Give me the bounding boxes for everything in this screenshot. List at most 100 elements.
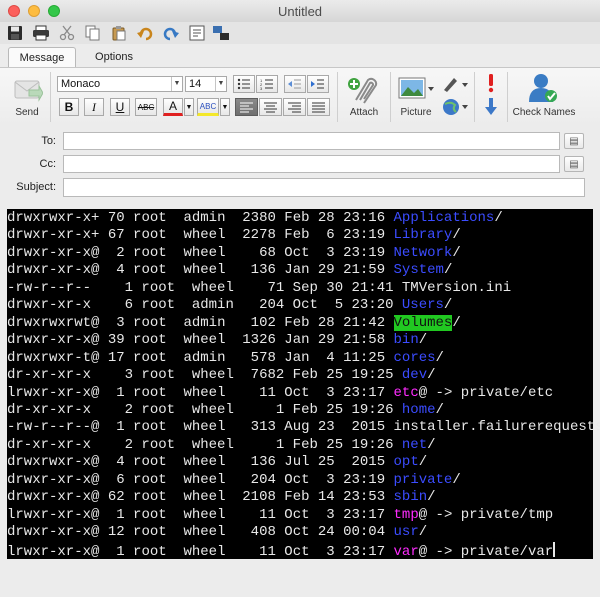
font-color-button[interactable]: A: [163, 98, 183, 116]
terminal-filename: home: [401, 401, 436, 418]
tab-message[interactable]: Message: [8, 47, 76, 68]
terminal-date: Jul 25 2015: [275, 454, 394, 471]
terminal-suffix: /: [435, 401, 444, 418]
picture-button[interactable]: [398, 77, 436, 103]
low-priority-button[interactable]: [484, 97, 498, 117]
terminal-date: Feb 28 21:42: [275, 314, 394, 331]
terminal-row: drwxr-xr-x@ 12 root wheel 408 Oct 24 00:…: [7, 524, 427, 541]
decrease-indent-button[interactable]: [284, 75, 306, 93]
terminal-size: 2278: [225, 227, 276, 244]
terminal-filename: Volumes: [393, 314, 453, 331]
terminal-row: lrwxr-xr-x@ 1 root wheel 11 Oct 3 23:17 …: [7, 507, 553, 524]
terminal-perms: -rw-r--r--: [7, 279, 100, 296]
redo-icon[interactable]: [162, 24, 180, 42]
ribbon-separator: [474, 72, 475, 122]
terminal-row: drwxr-xr-x@ 6 root wheel 204 Oct 3 23:19…: [7, 472, 461, 489]
terminal-filename: etc: [393, 384, 419, 401]
signature-button[interactable]: [442, 75, 468, 93]
terminal-links: 1: [99, 543, 125, 560]
justify-button[interactable]: [307, 98, 330, 116]
increase-indent-button[interactable]: [307, 75, 329, 93]
terminal-perms: dr-xr-xr-x: [7, 436, 100, 453]
terminal-group: wheel: [166, 524, 226, 541]
attach-button[interactable]: [346, 74, 380, 104]
subject-label: Subject:: [16, 181, 56, 193]
cc-field[interactable]: [63, 155, 560, 173]
highlight-dropdown[interactable]: ▼: [220, 98, 230, 116]
tab-options[interactable]: Options: [82, 47, 146, 67]
terminal-date: Oct 3 23:19: [275, 471, 394, 488]
font-name-select[interactable]: Monaco ▼: [57, 76, 183, 92]
exclamation-icon: [488, 74, 494, 93]
message-window: Untitled Message Options Send Monaco ▼ 1…: [0, 0, 600, 597]
chevron-down-icon: ▼: [171, 77, 182, 91]
ribbon-separator: [337, 72, 338, 122]
paste-icon[interactable]: [110, 24, 128, 42]
send-button[interactable]: [13, 78, 44, 104]
terminal-owner: root: [124, 489, 167, 506]
ribbon-separator: [390, 72, 391, 122]
font-color-dropdown[interactable]: ▼: [184, 98, 194, 116]
address-book-icon[interactable]: ▤: [564, 156, 584, 172]
terminal-link-target: -> private/etc: [427, 384, 554, 401]
terminal-size: 313: [225, 419, 276, 436]
address-book-icon[interactable]: ▤: [564, 133, 584, 149]
align-center-button[interactable]: [259, 98, 282, 116]
subject-field[interactable]: [63, 178, 585, 197]
terminal-perms: drwxr-xr-x@: [7, 471, 100, 488]
terminal-group: admin: [166, 349, 226, 366]
numbering-button[interactable]: 123: [256, 75, 278, 93]
align-right-icon: [288, 102, 301, 112]
terminal-group: wheel: [166, 506, 226, 523]
terminal-owner: root: [124, 332, 167, 349]
form-icon[interactable]: [188, 24, 206, 42]
bullets-button[interactable]: [233, 75, 255, 93]
terminal-group: wheel: [175, 279, 234, 296]
font-size-select[interactable]: 14 ▼: [185, 76, 227, 92]
message-body-terminal-listing[interactable]: drwxrwxr-x+ 70 root admin 2380 Feb 28 23…: [7, 209, 600, 560]
bold-button[interactable]: B: [59, 98, 79, 116]
indent-icon: [311, 79, 324, 89]
underline-button[interactable]: U: [110, 98, 130, 116]
strikethrough-button[interactable]: ABC: [135, 98, 157, 116]
to-field[interactable]: [63, 132, 560, 150]
print-icon[interactable]: [32, 24, 50, 42]
terminal-owner: root: [133, 279, 176, 296]
italic-button[interactable]: I: [84, 98, 104, 116]
terminal-group: wheel: [166, 489, 226, 506]
text-cursor: [553, 541, 556, 557]
terminal-links: 4: [99, 454, 125, 471]
terminal-size: 11: [225, 506, 276, 523]
quick-access-toolbar: [0, 22, 600, 44]
check-names-button[interactable]: [528, 72, 558, 104]
terminal-filename: Users: [401, 297, 444, 314]
high-priority-button[interactable]: [484, 73, 498, 93]
terminal-links: 67: [99, 227, 125, 244]
terminal-filename: var: [393, 543, 419, 560]
align-right-button[interactable]: [283, 98, 306, 116]
undo-icon[interactable]: [136, 24, 154, 42]
copy-icon[interactable]: [84, 24, 102, 42]
highlight-button[interactable]: ABC: [197, 98, 219, 116]
link-button[interactable]: [442, 97, 468, 117]
terminal-links: 1: [99, 419, 125, 436]
terminal-size: 11: [225, 384, 276, 401]
terminal-links: 1: [99, 384, 125, 401]
save-icon[interactable]: [6, 24, 24, 42]
terminal-group: admin: [166, 210, 226, 226]
terminal-date: Oct 5 23:20: [284, 297, 402, 314]
terminal-size: 136: [225, 262, 276, 279]
sync-icon[interactable]: [212, 24, 230, 42]
terminal-row: dr-xr-xr-x 3 root wheel 7682 Feb 25 19:2…: [7, 367, 436, 384]
terminal-suffix: /: [452, 227, 461, 244]
terminal-owner: root: [124, 419, 167, 436]
terminal-size: 136: [225, 454, 276, 471]
terminal-date: Jan 29 21:58: [275, 332, 394, 349]
terminal-date: Feb 28 23:16: [275, 210, 394, 226]
cut-icon[interactable]: [58, 24, 76, 42]
align-left-button[interactable]: [235, 98, 258, 116]
ribbon-tabs: Message Options: [0, 47, 600, 68]
terminal-perms: drwxrwxrwt@: [7, 314, 100, 331]
terminal-filename: cores: [393, 349, 436, 366]
contact-check-icon: [529, 74, 557, 102]
